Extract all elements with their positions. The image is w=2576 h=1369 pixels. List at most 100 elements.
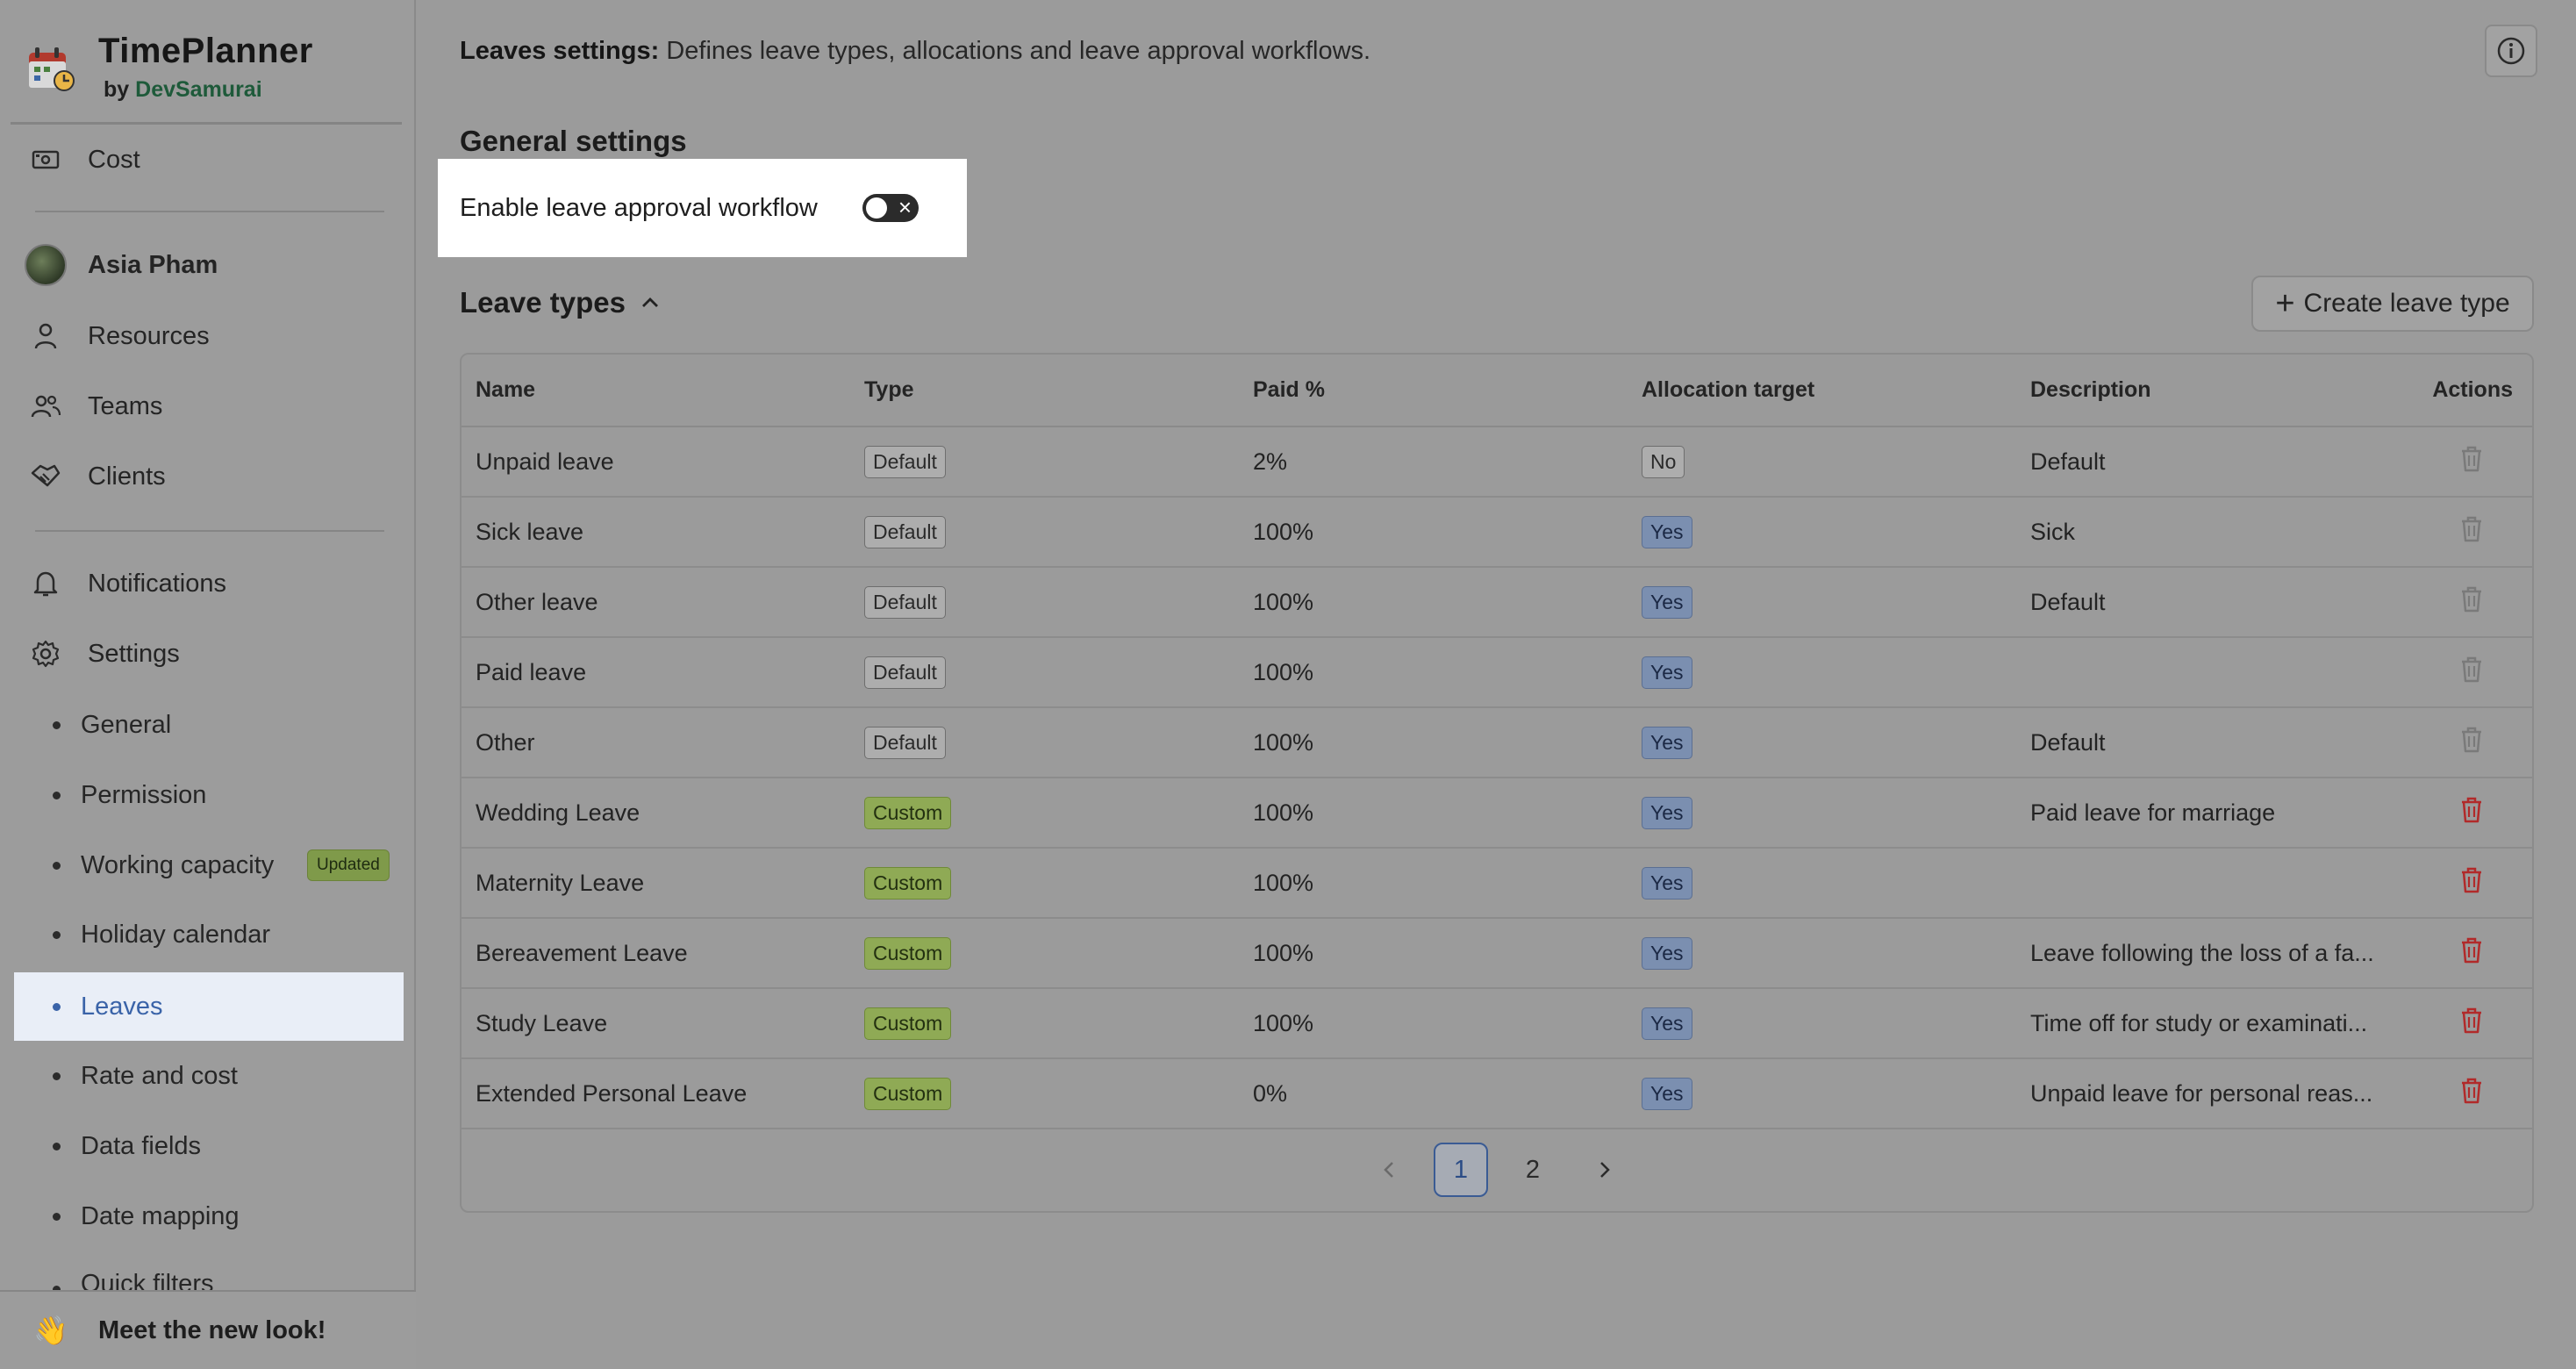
settings-item-leaves[interactable]: Leaves <box>14 972 404 1041</box>
type-badge: Custom <box>864 866 952 900</box>
allocation-badge: Yes <box>1642 656 1692 689</box>
sidebar-item-notifications[interactable]: Notifications <box>0 557 416 610</box>
sidebar-item-cost[interactable]: Cost <box>0 133 416 186</box>
paid-percent: 100% <box>1239 497 1628 568</box>
page-1-button[interactable]: 1 <box>1434 1143 1488 1197</box>
allocation-cell: Yes <box>1628 918 2016 989</box>
next-page-button[interactable] <box>1578 1143 1632 1197</box>
leave-types-header[interactable]: Leave types <box>460 286 661 319</box>
allocation-badge: Yes <box>1642 1077 1692 1110</box>
prev-page-button[interactable] <box>1362 1143 1416 1197</box>
table-row[interactable]: Paid leave Default 100% Yes <box>462 637 2532 708</box>
paid-percent: 100% <box>1239 988 1628 1059</box>
sidebar-item-user[interactable]: Asia Pham <box>0 239 416 291</box>
bullet <box>53 1072 61 1080</box>
delete-button[interactable] <box>2460 796 2483 830</box>
type-cell: Default <box>850 426 1239 498</box>
column-header-allocation: Allocation target <box>1628 355 2016 427</box>
sidebar-item-label: Resources <box>88 321 210 350</box>
bullet <box>53 861 61 870</box>
delete-button[interactable] <box>2460 936 2483 971</box>
toggle-off-icon: × <box>898 194 912 220</box>
chevron-left-icon <box>1384 1162 1393 1178</box>
paid-percent: 100% <box>1239 848 1628 919</box>
leave-name: Sick leave <box>462 497 850 568</box>
page-title: Leaves settings: <box>460 37 660 65</box>
trash-icon <box>2462 446 2481 471</box>
gear-icon <box>28 636 63 671</box>
leave-types-title: Leave types <box>460 286 626 319</box>
trash-icon <box>2462 516 2481 541</box>
allocation-cell: Yes <box>1628 707 2016 778</box>
leave-name: Other <box>462 707 850 778</box>
settings-item-rate-and-cost[interactable]: Rate and cost <box>14 1042 404 1110</box>
approval-workflow-setting: Enable leave approval workflow × <box>438 159 967 257</box>
page-subtitle: Defines leave types, allocations and lea… <box>666 37 1371 65</box>
user-name: Asia Pham <box>88 250 218 279</box>
sidebar-item-label: Cost <box>88 145 140 174</box>
page-2-button[interactable]: 2 <box>1506 1143 1560 1197</box>
delete-button[interactable] <box>2460 1007 2483 1041</box>
info-button[interactable] <box>2485 25 2537 77</box>
settings-item-holiday-calendar[interactable]: Holiday calendar <box>14 900 404 969</box>
settings-item-working-capacity[interactable]: Working capacity Updated <box>14 831 404 900</box>
brand-byline: by DevSamurai <box>104 77 262 103</box>
table-row[interactable]: Unpaid leave Default 2% No Default <box>462 426 2532 498</box>
sidebar-divider <box>35 530 384 532</box>
settings-item-date-mapping[interactable]: Date mapping <box>14 1182 404 1251</box>
delete-button[interactable] <box>2460 866 2483 900</box>
type-badge: Custom <box>864 1007 952 1040</box>
allocation-badge: Yes <box>1642 866 1692 900</box>
whats-new-banner[interactable]: 👋 Meet the new look! <box>0 1290 416 1369</box>
sidebar-item-label: Teams <box>88 391 163 420</box>
settings-item-permission[interactable]: Permission <box>14 761 404 829</box>
table-row[interactable]: Other Default 100% Yes Default <box>462 707 2532 778</box>
actions-cell <box>2405 637 2532 708</box>
table-header-row: Name Type Paid % Allocation target Descr… <box>462 355 2532 427</box>
settings-item-label: Rate and cost <box>81 1061 238 1090</box>
settings-item-general[interactable]: General <box>14 691 404 759</box>
type-badge: Default <box>864 515 946 548</box>
trash-icon <box>2462 797 2481 822</box>
brand[interactable]: TimePlanner by DevSamurai <box>26 28 404 107</box>
leave-name: Paid leave <box>462 637 850 708</box>
table-row[interactable]: Sick leave Default 100% Yes Sick <box>462 497 2532 568</box>
bell-icon <box>28 566 63 601</box>
leave-description <box>2016 637 2405 708</box>
trash-icon <box>2462 867 2481 892</box>
app-title: TimePlanner <box>98 32 313 70</box>
actions-cell <box>2405 988 2532 1059</box>
leave-types-table: Name Type Paid % Allocation target Descr… <box>460 353 2534 1213</box>
table-row[interactable]: Study Leave Custom 100% Yes Time off for… <box>462 988 2532 1059</box>
leave-description: Default <box>2016 426 2405 498</box>
sidebar-item-clients[interactable]: Clients <box>0 450 416 503</box>
leave-description: Paid leave for marriage <box>2016 778 2405 849</box>
updated-badge: Updated <box>307 849 390 881</box>
table-row[interactable]: Maternity Leave Custom 100% Yes <box>462 848 2532 919</box>
settings-item-data-fields[interactable]: Data fields <box>14 1112 404 1180</box>
approval-workflow-toggle[interactable]: × <box>862 194 919 222</box>
type-badge: Default <box>864 445 946 478</box>
type-badge: Default <box>864 656 946 689</box>
table-row[interactable]: Other leave Default 100% Yes Default <box>462 567 2532 638</box>
allocation-cell: No <box>1628 426 2016 498</box>
table-row[interactable]: Extended Personal Leave Custom 0% Yes Un… <box>462 1058 2532 1129</box>
settings-item-label: Leaves <box>81 992 163 1021</box>
whats-new-label: Meet the new look! <box>98 1315 326 1344</box>
allocation-cell: Yes <box>1628 1058 2016 1129</box>
leave-description: Default <box>2016 567 2405 638</box>
sidebar-item-settings[interactable]: Settings <box>0 627 416 680</box>
sidebar-item-resources[interactable]: Resources <box>0 310 416 362</box>
table-row[interactable]: Bereavement Leave Custom 100% Yes Leave … <box>462 918 2532 989</box>
chevron-right-icon <box>1600 1162 1610 1178</box>
allocation-cell: Yes <box>1628 778 2016 849</box>
sidebar-item-teams[interactable]: Teams <box>0 380 416 433</box>
leave-description: Sick <box>2016 497 2405 568</box>
create-leave-type-button[interactable]: + Create leave type <box>2251 276 2534 332</box>
allocation-badge: No <box>1642 445 1685 478</box>
type-badge: Custom <box>864 936 952 970</box>
delete-button[interactable] <box>2460 1077 2483 1111</box>
type-cell: Custom <box>850 988 1239 1059</box>
table-row[interactable]: Wedding Leave Custom 100% Yes Paid leave… <box>462 778 2532 849</box>
settings-item-quick-filters[interactable]: Quick filters <box>14 1252 404 1293</box>
